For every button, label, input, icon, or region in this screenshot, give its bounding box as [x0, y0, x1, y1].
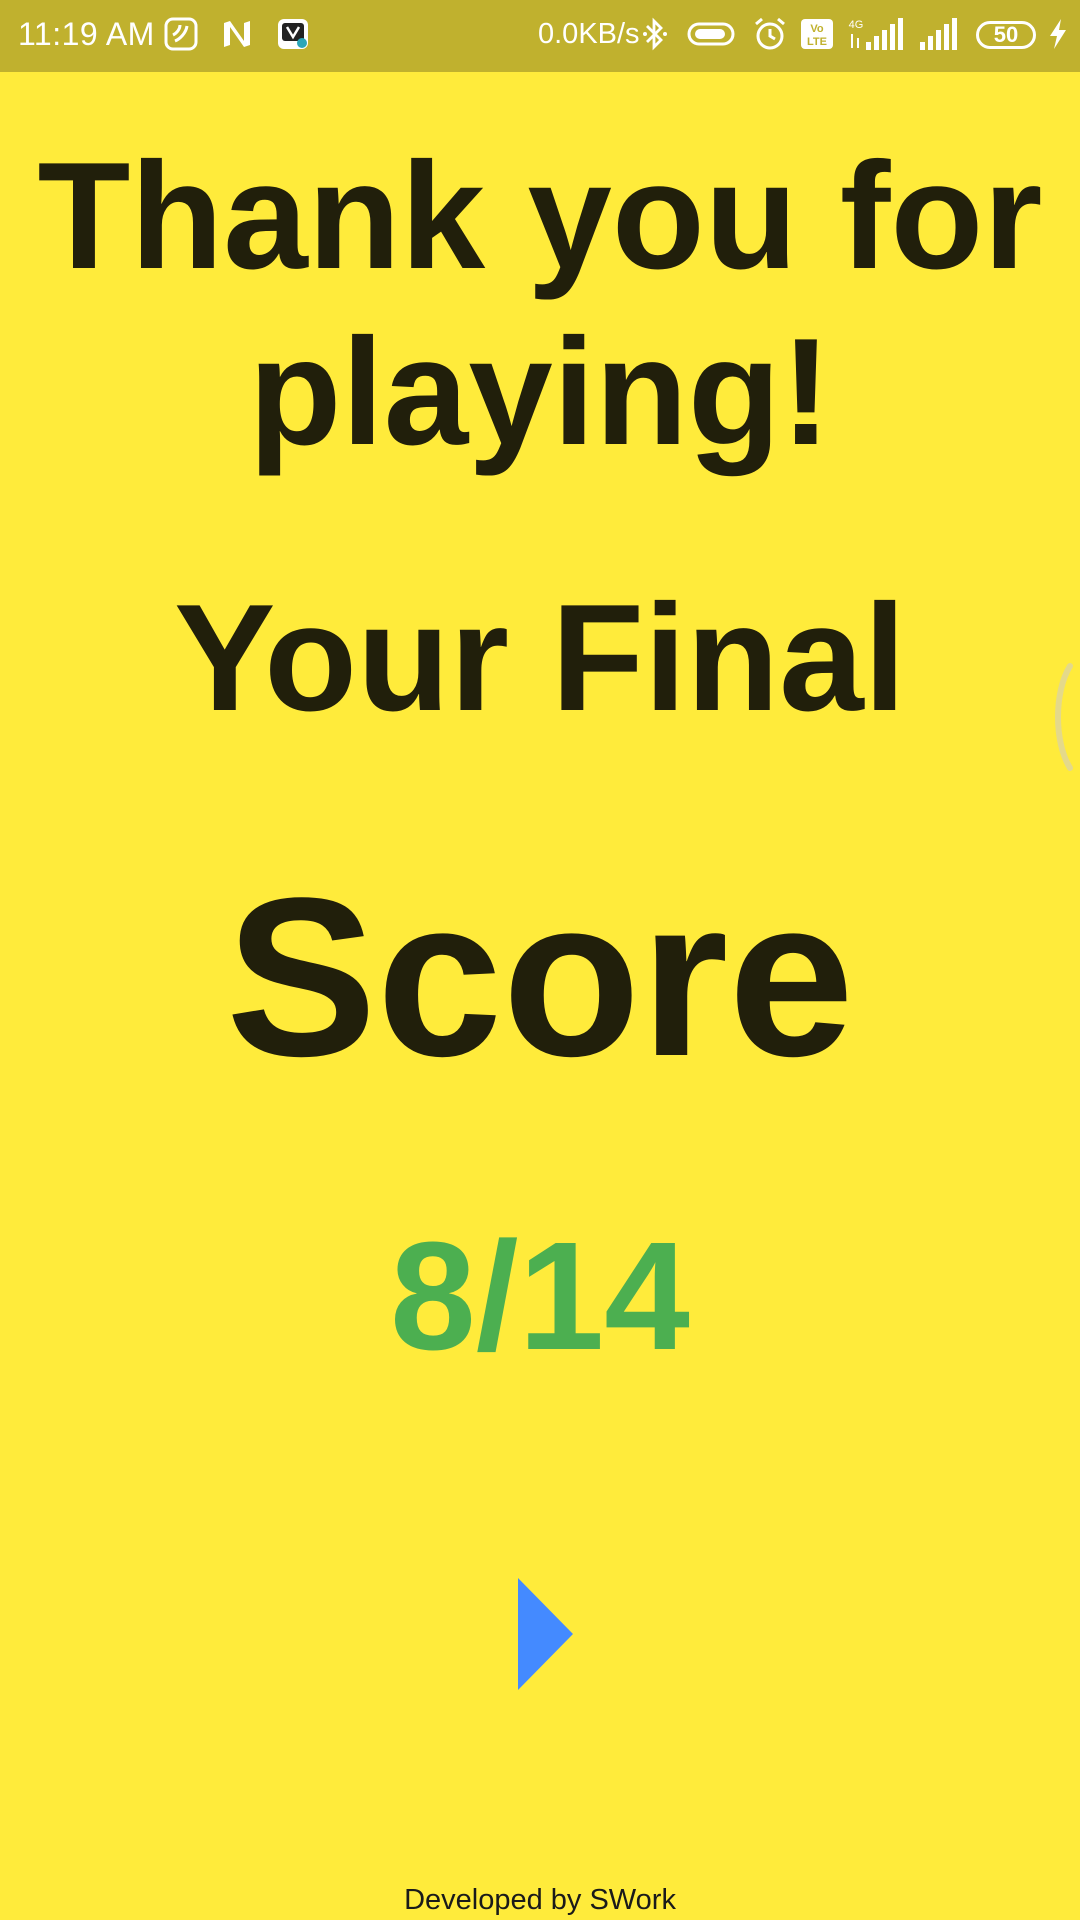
media-app-icon — [278, 19, 308, 49]
alarm-icon — [755, 17, 785, 50]
status-time: 11:19 AM — [18, 16, 155, 52]
volte-icon: Vo LTE — [801, 19, 833, 49]
edge-handle[interactable] — [1046, 662, 1074, 772]
play-icon — [518, 1578, 573, 1690]
battery-icon: 50 — [976, 21, 1036, 49]
thanks-heading: Thank you for playing! — [37, 131, 1043, 477]
svg-text:4G: 4G — [849, 19, 864, 31]
final-score-value: 8/14 — [390, 1210, 690, 1382]
signal-4g-icon: 4G — [849, 18, 903, 50]
signal-icon — [920, 18, 957, 50]
vibrate-icon — [687, 22, 735, 46]
screen: 11:19 AM 0.0KB/s Vo LTE 4G 50 Thank you … — [0, 0, 1080, 1920]
svg-text:LTE: LTE — [807, 36, 827, 48]
bluetooth-icon — [643, 17, 667, 51]
developer-credit: Developed by SWork — [404, 1884, 676, 1916]
svg-text:Vo: Vo — [810, 23, 824, 35]
play-button[interactable] — [516, 1578, 574, 1690]
final-heading: Your Final — [174, 573, 906, 743]
saavn-icon — [164, 17, 198, 51]
score-heading: Score — [225, 850, 855, 1103]
n-app-icon — [224, 21, 250, 47]
network-speed: 0.0KB/s — [538, 18, 640, 50]
charging-icon — [1050, 19, 1066, 49]
battery-level: 50 — [993, 22, 1019, 47]
status-bar: 11:19 AM 0.0KB/s Vo LTE 4G 50 — [0, 0, 1080, 72]
